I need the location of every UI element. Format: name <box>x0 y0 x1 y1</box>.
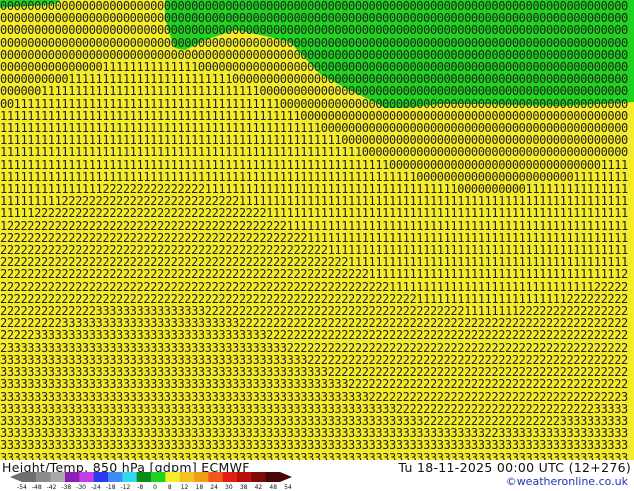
colorbar-labels: -54 -48 -42 -38 -30 -24 -18 -12 -8 0 8 12 18 24 30 38 42… <box>17 484 294 491</box>
footer: Height/Temp. 850 hPa [gdpm] ECMWF Tu 18-… <box>0 460 634 491</box>
colorbar-swatch <box>194 472 209 482</box>
colorbar-swatch <box>179 472 195 482</box>
colorbar-swatch <box>36 472 52 482</box>
colorbar-swatch <box>208 472 224 482</box>
colorbar-swatch <box>251 472 267 482</box>
colorbar-swatch <box>222 472 238 482</box>
colorbar-swatch <box>237 472 252 482</box>
colorbar-swatch <box>50 472 66 482</box>
colorbar-swatch <box>93 472 109 482</box>
colorbar-swatch <box>79 472 95 482</box>
colorbar-swatch <box>265 472 292 482</box>
map-fill <box>0 0 634 460</box>
colorbar-swatch <box>165 472 181 482</box>
weather-map: 0000000000000000000000000000000000000000… <box>0 0 634 460</box>
site-credit[interactable]: ©weatheronline.co.uk <box>506 475 628 488</box>
colorbar-swatch <box>10 472 37 482</box>
colorbar-swatch <box>65 472 80 482</box>
colorbar-swatch <box>108 472 123 482</box>
colorbar-swatch <box>151 472 166 482</box>
colorbar-swatch <box>136 472 152 482</box>
map-datetime: Tu 18-11-2025 00:00 UTC (12+276) <box>398 460 631 475</box>
colorbar <box>10 472 292 482</box>
colorbar-swatch <box>122 472 138 482</box>
